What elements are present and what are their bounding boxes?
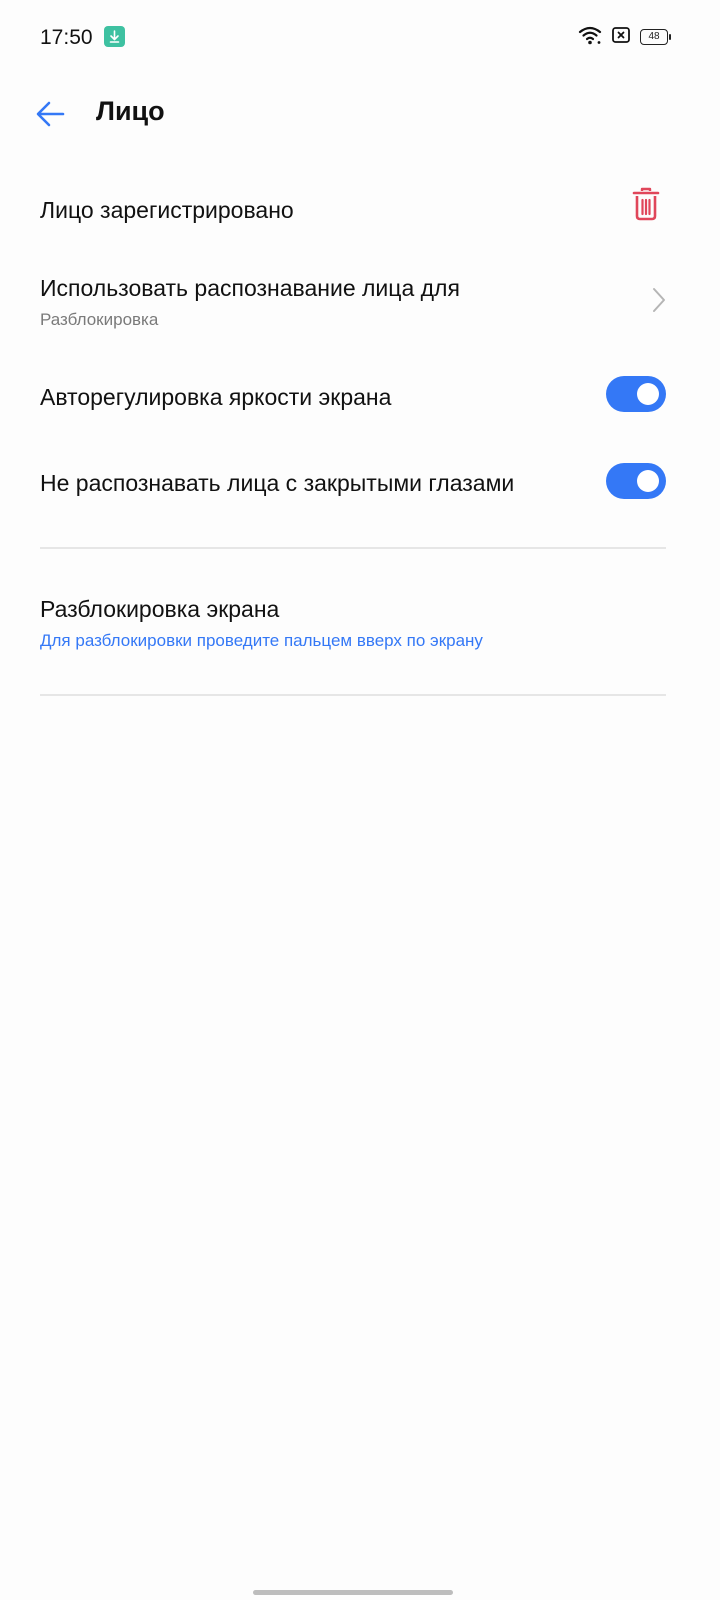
wifi-icon bbox=[578, 25, 602, 50]
divider bbox=[40, 694, 666, 696]
screen-unlock-label: Разблокировка экрана bbox=[40, 596, 280, 622]
battery-icon: 48 bbox=[640, 29, 671, 45]
arrow-left-icon bbox=[36, 101, 65, 127]
use-face-for-value: Разблокировка bbox=[40, 310, 159, 329]
closed-eyes-row: Не распознавать лица с закрытыми глазами bbox=[40, 463, 666, 499]
status-bar: 17:50 48 bbox=[0, 0, 720, 76]
face-settings-screen: 17:50 48 Лицо Лицо зарегистрировано Испо… bbox=[0, 0, 720, 1600]
use-face-for-row[interactable]: Использовать распознавание лица для Разб… bbox=[40, 273, 666, 331]
auto-brightness-toggle[interactable] bbox=[606, 376, 666, 412]
status-icons: 48 bbox=[578, 25, 671, 50]
face-registered-label: Лицо зарегистрировано bbox=[40, 197, 294, 223]
sim-icon bbox=[612, 26, 630, 48]
closed-eyes-toggle[interactable] bbox=[606, 463, 666, 499]
closed-eyes-label: Не распознавать лица с закрытыми глазами bbox=[40, 470, 515, 496]
screen-unlock-hint: Для разблокировки проведите пальцем ввер… bbox=[40, 631, 483, 650]
auto-brightness-label: Авторегулировка яркости экрана bbox=[40, 384, 392, 410]
back-button[interactable] bbox=[30, 96, 70, 132]
download-icon bbox=[104, 26, 125, 47]
home-indicator[interactable] bbox=[253, 1590, 453, 1595]
app-header: Лицо bbox=[0, 84, 720, 144]
toggle-knob bbox=[637, 383, 659, 405]
face-registered-row: Лицо зарегистрировано bbox=[40, 187, 666, 225]
use-face-for-label: Использовать распознавание лица для bbox=[40, 275, 460, 301]
divider bbox=[40, 547, 666, 549]
screen-unlock-row[interactable]: Разблокировка экрана Для разблокировки п… bbox=[40, 594, 666, 652]
page-title: Лицо bbox=[96, 96, 165, 126]
chevron-right-icon bbox=[652, 287, 666, 313]
toggle-knob bbox=[637, 470, 659, 492]
trash-icon[interactable] bbox=[632, 187, 660, 221]
status-time: 17:50 bbox=[40, 26, 93, 49]
auto-brightness-row: Авторегулировка яркости экрана bbox=[40, 376, 666, 412]
